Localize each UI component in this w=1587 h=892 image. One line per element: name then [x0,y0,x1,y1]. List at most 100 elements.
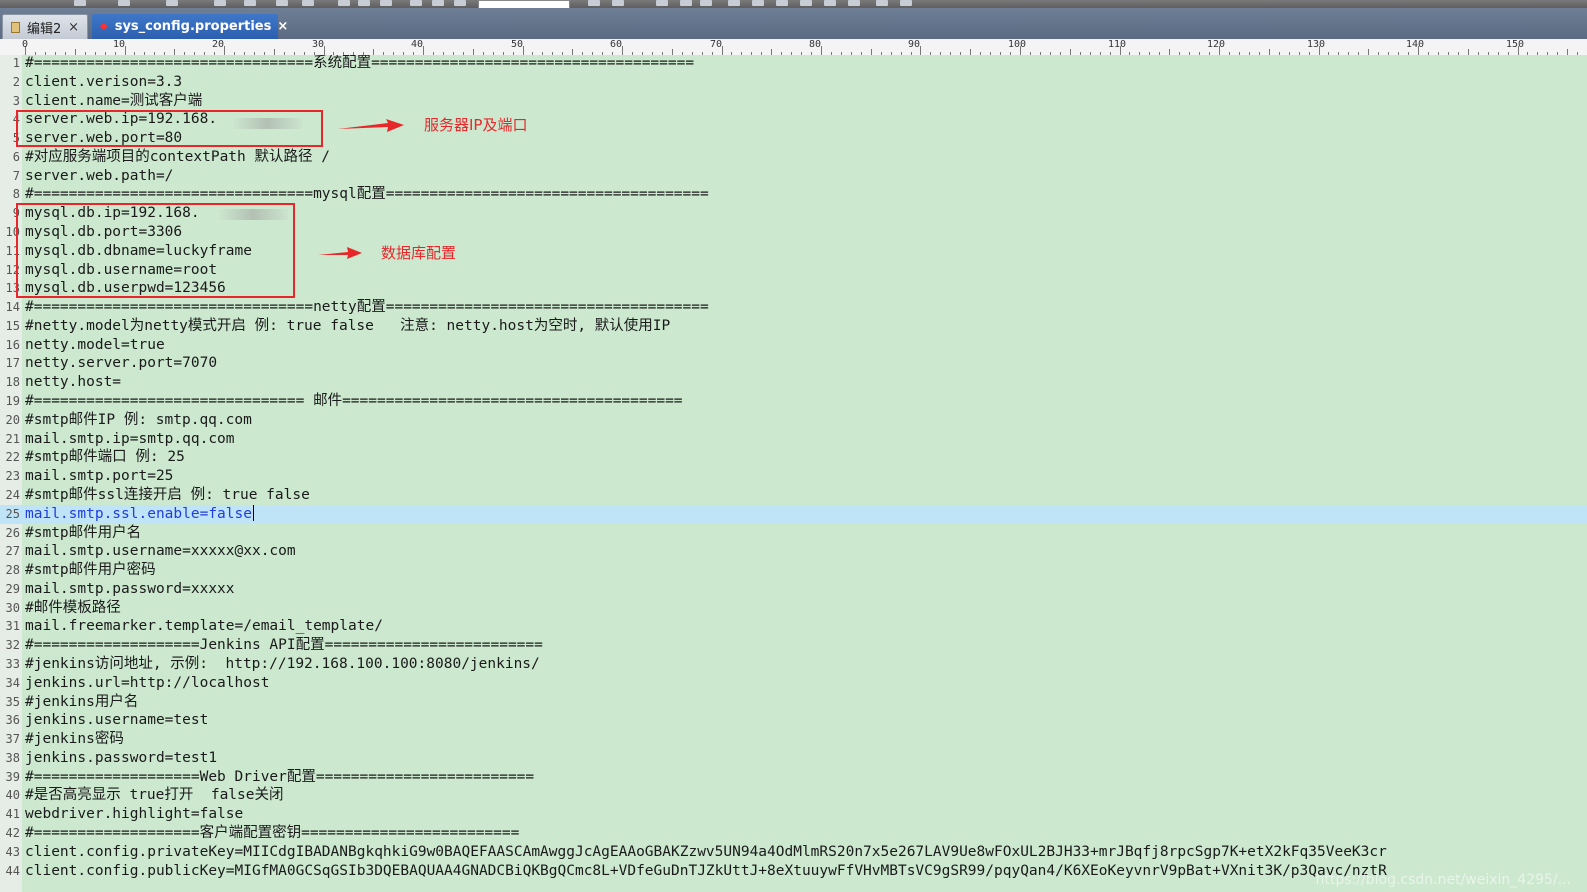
toolbar-button[interactable] [74,0,86,6]
code-line[interactable]: 7 server.web.path=/ [0,167,1587,186]
line-text: mail.freemarker.template=/email_template… [25,618,383,635]
code-line[interactable]: 16 netty.model=true [0,336,1587,355]
code-line[interactable]: 36 jenkins.username=test [0,711,1587,730]
tab-label: 编辑2 [27,21,62,37]
code-line[interactable]: 37 #jenkins密码 [0,730,1587,749]
ruler-tick [224,46,225,55]
code-line[interactable]: 27 mail.smtp.username=xxxxx@xx.com [0,542,1587,561]
toolbar-button[interactable] [432,0,444,6]
code-line[interactable]: 3 client.name=测试客户端 [0,92,1587,111]
toolbar-button[interactable] [752,0,764,6]
toolbar-button[interactable] [118,0,130,6]
code-line[interactable]: 28 #smtp邮件用户密码 [0,561,1587,580]
line-text: #=============================== 邮件=====… [25,393,683,410]
line-number: 3 [12,93,20,108]
toolbar-button[interactable] [588,0,600,6]
code-line[interactable]: 18 netty.host= [0,373,1587,392]
toolbar-button[interactable] [276,0,288,6]
code-line[interactable]: 1 #================================系统配置==… [0,55,1587,73]
toolbar-button[interactable] [214,0,226,6]
server-annotation-label: 服务器IP及端口 [424,116,528,134]
ruler-label: 20 [212,39,225,50]
toolbar-button[interactable] [166,0,178,6]
toolbar-button[interactable] [824,0,836,6]
toolbar-button[interactable] [454,0,466,6]
toolbar-button[interactable] [848,0,860,6]
toolbar-button[interactable] [700,0,712,6]
code-line[interactable]: 33 #jenkins访问地址, 示例: http://192.168.100.1… [0,655,1587,674]
tab-sys-config[interactable]: ◆ sys_config.properties × [92,14,288,39]
toolbar-button[interactable] [612,0,624,6]
line-text: netty.host= [25,374,122,391]
code-line[interactable]: 30 #邮件模板路径 [0,599,1587,618]
toolbar-button[interactable] [800,0,812,6]
line-number: 44 [5,863,20,878]
code-line[interactable]: 25 mail.smtp.ssl.enable=false [0,504,1587,524]
line-text: netty.model=true [25,336,165,353]
code-line[interactable]: 21 mail.smtp.ip=smtp.qq.com [0,430,1587,449]
tab-editor2[interactable]: 编辑2 × [2,14,88,39]
code-line[interactable]: 29 mail.smtp.password=xxxxx [0,580,1587,599]
toolbar-button[interactable] [656,0,668,6]
code-line[interactable]: 23 mail.smtp.port=25 [0,467,1587,486]
code-line[interactable]: 8 #================================mysql配… [0,185,1587,204]
code-line[interactable]: 35 #jenkins用户名 [0,693,1587,712]
ruler-tick [423,46,424,55]
ruler-tick [821,46,822,55]
text-editor[interactable]: 1 #================================系统配置==… [0,55,1587,892]
line-text: #smtp邮件用户密码 [25,562,156,579]
toolbar-button[interactable] [338,0,350,6]
line-number: 29 [5,581,20,596]
code-line[interactable]: 20 #smtp邮件IP 例: smtp.qq.com [0,411,1587,430]
toolbar-button[interactable] [302,0,314,6]
toolbar-button[interactable] [776,0,788,6]
line-text: #jenkins用户名 [25,693,139,710]
ruler-tick [920,46,921,55]
code-line[interactable]: 42 #===================客户端配置密钥===========… [0,824,1587,843]
line-number: 38 [5,750,20,765]
line-text: #smtp邮件端口 例: 25 [25,449,185,466]
toolbar-button[interactable] [244,0,256,6]
code-line[interactable]: 17 netty.server.port=7070 [0,354,1587,373]
code-line[interactable]: 2 client.verison=3.3 [0,73,1587,92]
code-line[interactable]: 26 #smtp邮件用户名 [0,524,1587,543]
line-text: mail.smtp.ssl.enable=false [25,504,254,522]
code-line[interactable]: 6 #对应服务端项目的contextPath 默认路径 / [0,148,1587,167]
toolbar-button[interactable] [380,0,392,6]
ruler-label: 100 [1008,39,1027,50]
toolbar-button[interactable] [900,0,912,6]
code-line[interactable]: 41 webdriver.highlight=false [0,805,1587,824]
code-line[interactable]: 40 #是否高亮显示 true打开 false关闭 [0,786,1587,805]
code-line[interactable]: 34 jenkins.url=http://localhost [0,674,1587,693]
toolbar-button[interactable] [876,0,888,6]
code-line[interactable]: 43 client.config.privateKey=MIICdgIBADANB… [0,843,1587,862]
code-line[interactable]: 19 #=============================== 邮件===… [0,392,1587,411]
line-text: client.config.privateKey=MIICdgIBADANBgk… [25,843,1387,860]
line-number: 31 [5,619,20,634]
line-text: #================================系统配置===… [25,55,695,71]
code-line[interactable]: 22 #smtp邮件端口 例: 25 [0,448,1587,467]
line-number: 26 [5,525,20,540]
line-number: 8 [12,187,20,202]
close-icon[interactable]: × [68,20,79,35]
ruler-label: 90 [908,39,921,50]
toolbar-button[interactable] [728,0,740,6]
line-number: 42 [5,825,20,840]
ruler-label: 130 [1307,39,1326,50]
code-line[interactable]: 15 #netty.model为netty模式开启 例: true false 注… [0,317,1587,336]
toolbar-button[interactable] [680,0,692,6]
toolbar-button[interactable] [410,0,422,6]
toolbar [0,0,1587,9]
code-line[interactable]: 39 #===================Web Driver配置======… [0,768,1587,787]
close-icon[interactable]: × [277,19,288,34]
code-line[interactable]: 24 #smtp邮件ssl连接开启 例: true false [0,486,1587,505]
arrow-icon [318,247,362,259]
code-line[interactable]: 38 jenkins.password=test1 [0,749,1587,768]
code-line[interactable]: 31 mail.freemarker.template=/email_templa… [0,617,1587,636]
line-text: #jenkins密码 [25,731,124,748]
ruler-label: 50 [511,39,524,50]
ruler-label: 40 [411,39,424,50]
code-line[interactable]: 14 #================================netty… [0,298,1587,317]
toolbar-button[interactable] [358,0,370,6]
code-line[interactable]: 32 #===================Jenkins API配置=====… [0,636,1587,655]
